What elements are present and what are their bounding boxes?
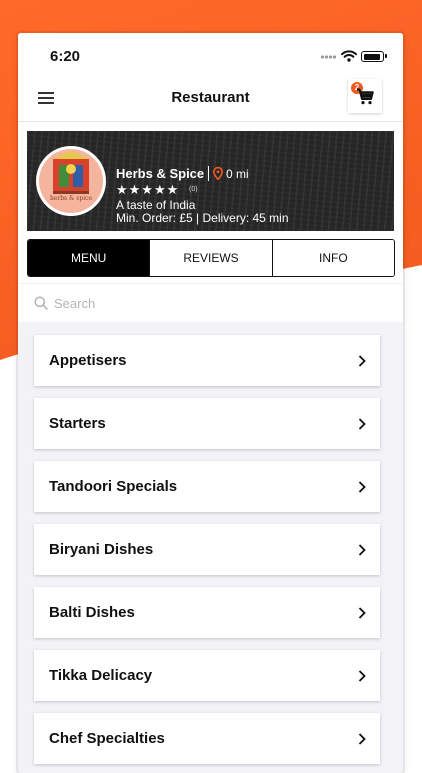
battery-icon <box>361 51 384 62</box>
chevron-right-icon <box>358 355 366 367</box>
category-label: Appetisers <box>49 352 127 369</box>
chevron-right-icon <box>358 607 366 619</box>
battery-tip <box>385 54 387 58</box>
tab-reviews[interactable]: REVIEWS <box>149 240 272 276</box>
rating-count: (0) <box>189 186 198 193</box>
search-input[interactable] <box>52 292 386 314</box>
restaurant-distance: 0 mi <box>226 167 249 181</box>
page-title: Restaurant <box>171 89 250 106</box>
chevron-right-icon <box>358 418 366 430</box>
search-bar <box>18 283 403 321</box>
chevron-right-icon <box>358 481 366 493</box>
restaurant-name: Herbs & Spice <box>116 166 205 181</box>
category-label: Tikka Delicacy <box>49 667 153 684</box>
category-label: Chef Specialties <box>49 730 165 747</box>
category-biryani-dishes[interactable]: Biryani Dishes <box>34 524 380 575</box>
restaurant-tagline: A taste of India <box>116 198 196 212</box>
cart-icon <box>357 88 374 105</box>
tab-info[interactable]: INFO <box>271 240 394 276</box>
logo-text: herbs & spice <box>49 195 93 202</box>
order-info: Min. Order: £5 | Delivery: 45 min <box>116 211 289 225</box>
chevron-right-icon <box>358 544 366 556</box>
category-label: Tandoori Specials <box>49 478 178 495</box>
category-label: Balti Dishes <box>49 604 135 621</box>
rating-stars: ★★★★★ <box>116 182 180 197</box>
restaurant-logo: herbs & spice <box>36 146 106 216</box>
wifi-icon <box>341 50 357 62</box>
search-icon <box>34 296 48 310</box>
cart-button[interactable]: 2 <box>348 79 382 113</box>
category-label: Starters <box>49 415 106 432</box>
category-chef-specialties[interactable]: Chef Specialties <box>34 713 380 764</box>
category-tandoori-specials[interactable]: Tandoori Specials <box>34 461 380 512</box>
status-time: 6:20 <box>50 48 81 65</box>
restaurant-header: herbs & spice Herbs & Spice 0 mi ★★★★★ (… <box>18 122 403 322</box>
category-starters[interactable]: Starters <box>34 398 380 449</box>
segmented-tabs: MENU REVIEWS INFO <box>27 239 395 277</box>
restaurant-banner: herbs & spice Herbs & Spice 0 mi ★★★★★ (… <box>27 131 394 231</box>
tab-menu[interactable]: MENU <box>28 240 150 276</box>
chevron-right-icon <box>358 670 366 682</box>
location-pin-icon <box>213 167 223 180</box>
phone-screen: 6:20 Restaurant 2 herbs & spice Herbs & … <box>18 33 403 773</box>
chevron-right-icon <box>358 733 366 745</box>
status-bar: 6:20 <box>18 33 403 77</box>
category-appetisers[interactable]: Appetisers <box>34 335 380 386</box>
name-separator <box>208 166 209 181</box>
category-tikka-delicacy[interactable]: Tikka Delicacy <box>34 650 380 701</box>
category-label: Biryani Dishes <box>49 541 154 558</box>
logo-artwork-icon <box>53 151 89 194</box>
navigation-bar: Restaurant 2 <box>18 77 403 122</box>
category-balti-dishes[interactable]: Balti Dishes <box>34 587 380 638</box>
signal-icon <box>320 55 337 59</box>
